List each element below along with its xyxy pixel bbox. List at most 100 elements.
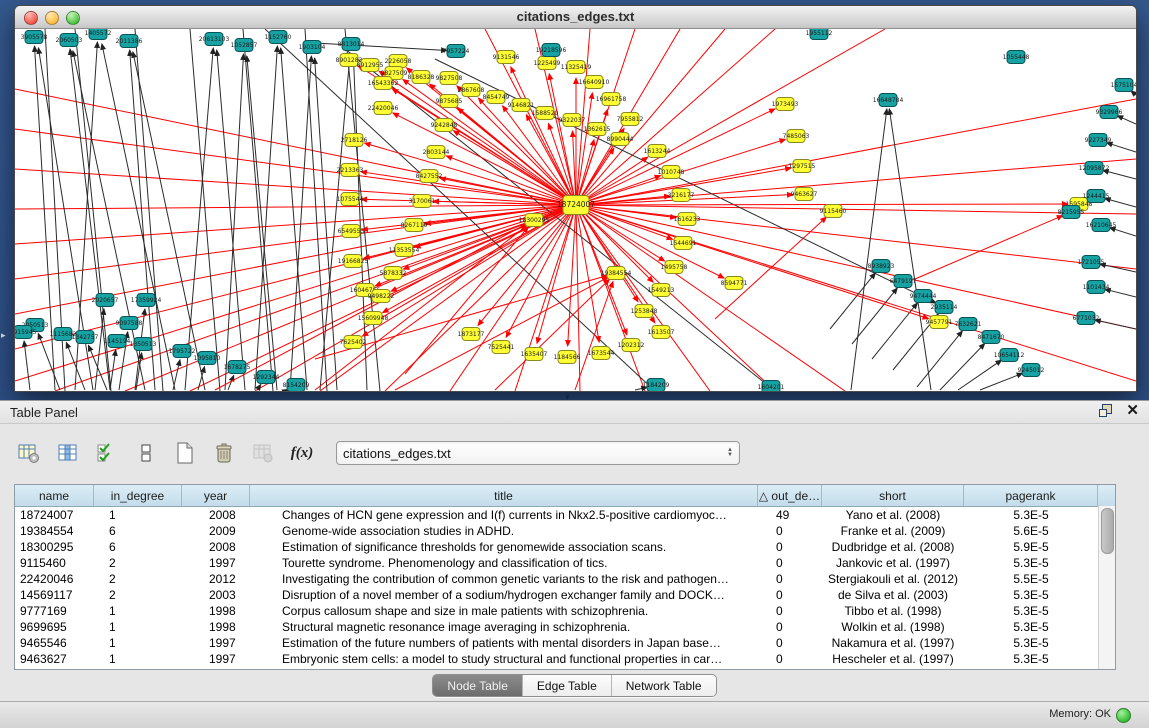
table-cell[interactable]: 0 bbox=[758, 587, 822, 603]
table-cell[interactable]: 5.3E-5 bbox=[964, 651, 1098, 667]
table-cell[interactable]: 0 bbox=[758, 635, 822, 651]
selected-node[interactable]: 2718126 bbox=[341, 134, 368, 147]
node[interactable]: 1052857 bbox=[231, 39, 258, 52]
table-cell[interactable]: 6 bbox=[94, 523, 182, 539]
node[interactable]: 16648784 bbox=[873, 94, 904, 107]
selected-node[interactable]: 8454749 bbox=[483, 91, 510, 104]
table-row[interactable]: 969969511998Structural magnetic resonanc… bbox=[15, 619, 1115, 635]
table-cell[interactable]: 2 bbox=[94, 587, 182, 603]
selected-node[interactable]: 8990444 bbox=[607, 133, 634, 146]
selected-node[interactable]: 1010748 bbox=[658, 166, 685, 179]
node[interactable]: 2011386 bbox=[116, 35, 143, 48]
table-row[interactable]: 1872400712008Changes of HCN gene express… bbox=[15, 507, 1115, 523]
table-row[interactable]: 946554611997Estimation of the future num… bbox=[15, 635, 1115, 651]
tab-node-table[interactable]: Node Table bbox=[433, 675, 523, 696]
selected-node[interactable]: 1495758 bbox=[661, 261, 688, 274]
selected-node[interactable]: 5878332 bbox=[380, 267, 407, 280]
table-cell[interactable]: 1997 bbox=[182, 635, 250, 651]
table-cell[interactable]: 0 bbox=[758, 539, 822, 555]
float-panel-icon[interactable] bbox=[1099, 404, 1112, 417]
table-cell[interactable]: 5.3E-5 bbox=[964, 635, 1098, 651]
node[interactable]: 19218596 bbox=[536, 44, 567, 57]
table-cell[interactable]: Wolkin et al. (1998) bbox=[822, 619, 964, 635]
table-cell[interactable]: 1998 bbox=[182, 603, 250, 619]
table-cell[interactable]: 49 bbox=[758, 507, 822, 523]
table-cell[interactable]: Changes of HCN gene expression and I(f) … bbox=[250, 507, 758, 523]
delete-table-button[interactable] bbox=[209, 438, 239, 468]
selected-node[interactable]: 8594771 bbox=[721, 277, 748, 290]
table-cell[interactable]: Jankovic et al. (1997) bbox=[822, 555, 964, 571]
table-cell[interactable]: de Silva et al. (2003) bbox=[822, 587, 964, 603]
table-cell[interactable]: 1 bbox=[94, 603, 182, 619]
selected-node[interactable]: 7625402 bbox=[340, 336, 367, 349]
table-cell[interactable]: 9463627 bbox=[15, 651, 94, 667]
selected-node[interactable]: 1635407 bbox=[521, 348, 548, 361]
selected-node[interactable]: 1184566 bbox=[554, 351, 581, 364]
selected-node[interactable]: 1225499 bbox=[534, 57, 561, 70]
close-panel-icon[interactable]: ✕ bbox=[1126, 404, 1139, 417]
selected-node[interactable]: 1202312 bbox=[618, 339, 645, 352]
node[interactable]: 20613103 bbox=[199, 33, 230, 46]
table-cell[interactable]: 5.3E-5 bbox=[964, 507, 1098, 523]
node[interactable]: 1405572 bbox=[85, 29, 112, 40]
node[interactable]: 1721055 bbox=[1078, 256, 1105, 269]
selected-node[interactable]: 19166825 bbox=[338, 255, 369, 268]
node[interactable]: 6771032 bbox=[1073, 312, 1100, 325]
node[interactable]: 1101434 bbox=[1083, 281, 1110, 294]
selected-node[interactable]: 16961758 bbox=[596, 93, 627, 106]
new-table-button[interactable] bbox=[170, 438, 200, 468]
table-row[interactable]: 1938455462009Genome-wide association stu… bbox=[15, 523, 1115, 539]
memory-status-indicator[interactable] bbox=[1116, 708, 1131, 723]
selected-node[interactable]: 1616233 bbox=[674, 213, 701, 226]
node[interactable]: 9245012 bbox=[1018, 364, 1045, 377]
node[interactable]: 1184209 bbox=[643, 379, 670, 392]
selected-node[interactable]: 9457791 bbox=[926, 316, 953, 329]
table-cell[interactable]: Embryonic stem cells: a model to study s… bbox=[250, 651, 758, 667]
column-header-4[interactable]: title bbox=[250, 485, 758, 506]
table-cell[interactable]: 19384554 bbox=[15, 523, 94, 539]
node[interactable]: 1350513 bbox=[130, 338, 157, 351]
table-cell[interactable]: 5.3E-5 bbox=[964, 619, 1098, 635]
table-cell[interactable]: Tourette syndrome. Phenomenology and cla… bbox=[250, 555, 758, 571]
selected-node[interactable]: 19384554 bbox=[601, 267, 632, 280]
node[interactable]: 2020657 bbox=[92, 294, 119, 307]
table-cell[interactable]: 2 bbox=[94, 571, 182, 587]
node[interactable]: 1955112 bbox=[806, 29, 833, 40]
node[interactable]: 8813014 bbox=[338, 38, 365, 51]
column-header-1[interactable]: name bbox=[15, 485, 94, 506]
table-cell[interactable]: 0 bbox=[758, 651, 822, 667]
selected-node[interactable]: 2803144 bbox=[423, 146, 450, 159]
selected-node[interactable]: 1613244 bbox=[644, 145, 671, 158]
table-row[interactable]: 1456911722003Disruption of a novel membe… bbox=[15, 587, 1115, 603]
node[interactable]: 1678275 bbox=[224, 361, 251, 374]
node[interactable]: 1055448 bbox=[1003, 51, 1030, 64]
function-builder-button[interactable]: f(x) bbox=[287, 438, 317, 468]
node[interactable]: 2060503 bbox=[56, 34, 83, 47]
table-cell[interactable]: 2009 bbox=[182, 523, 250, 539]
selected-node[interactable]: 16640910 bbox=[579, 76, 610, 89]
table-cell[interactable]: 5.3E-5 bbox=[964, 587, 1098, 603]
node[interactable]: 1604201 bbox=[758, 381, 785, 392]
table-cell[interactable]: 9465546 bbox=[15, 635, 94, 651]
table-cell[interactable]: 22420046 bbox=[15, 571, 94, 587]
collapsed-panel-arrow[interactable]: ▸ bbox=[1, 330, 6, 341]
table-cell[interactable]: 2012 bbox=[182, 571, 250, 587]
node[interactable]: 16210645 bbox=[1086, 219, 1117, 232]
node[interactable]: 3905578 bbox=[21, 31, 48, 44]
table-cell[interactable]: 1 bbox=[94, 619, 182, 635]
table-cell[interactable]: Disruption of a novel member of a sodium… bbox=[250, 587, 758, 603]
selected-node[interactable]: 22420046 bbox=[368, 102, 399, 115]
table-mode-button[interactable] bbox=[14, 438, 44, 468]
table-cell[interactable]: 5.3E-5 bbox=[964, 555, 1098, 571]
selected-node[interactable]: 1973493 bbox=[772, 98, 799, 111]
table-cell[interactable]: Dudbridge et al. (2008) bbox=[822, 539, 964, 555]
selected-node[interactable]: 9322037 bbox=[559, 114, 586, 127]
table-cell[interactable]: Investigating the contribution of common… bbox=[250, 571, 758, 587]
tab-edge-table[interactable]: Edge Table bbox=[523, 675, 612, 696]
table-cell[interactable]: Hescheler et al. (1997) bbox=[822, 651, 964, 667]
table-cell[interactable]: 2003 bbox=[182, 587, 250, 603]
tab-network-table[interactable]: Network Table bbox=[612, 675, 716, 696]
table-source-select[interactable]: citations_edges.txt ▲▼ bbox=[336, 441, 740, 465]
table-cell[interactable]: 2008 bbox=[182, 539, 250, 555]
node[interactable]: 7957224 bbox=[443, 45, 470, 58]
